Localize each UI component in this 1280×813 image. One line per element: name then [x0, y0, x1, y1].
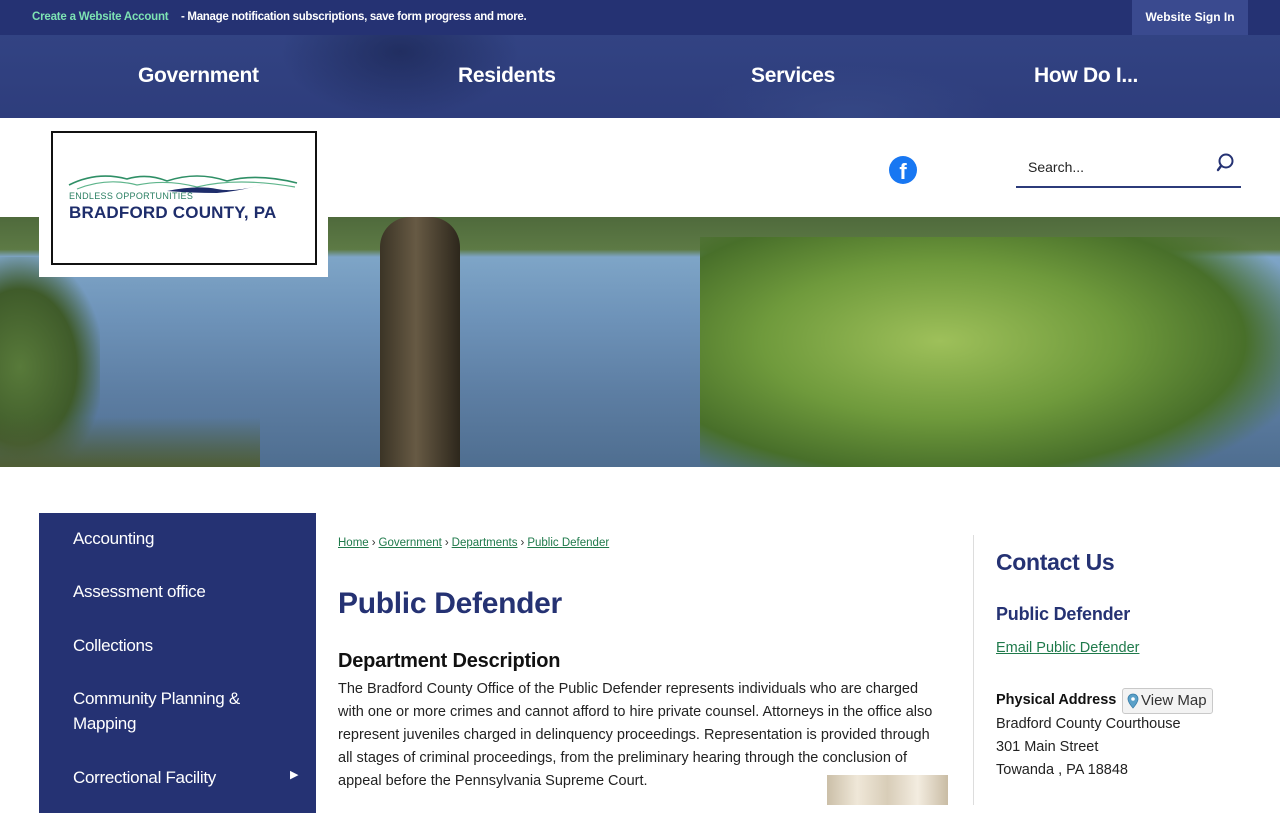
- utility-bar: Create a Website Account - Manage notifi…: [0, 0, 1280, 35]
- sidebar-item-community-planning[interactable]: Community Planning & Mapping: [73, 686, 273, 736]
- column-divider: [973, 535, 974, 805]
- search-input[interactable]: [1028, 156, 1208, 178]
- account-benefits-text: - Manage notification subscriptions, sav…: [181, 11, 527, 23]
- create-account-link[interactable]: Create a Website Account: [32, 11, 169, 23]
- logo-tagline: ENDLESS OPPORTUNITIES: [69, 191, 194, 201]
- sidebar-item-assessment-office[interactable]: Assessment office: [73, 579, 206, 604]
- view-map-button[interactable]: View Map: [1122, 688, 1213, 714]
- breadcrumb-separator: ›: [371, 537, 376, 549]
- facebook-icon[interactable]: f: [889, 156, 917, 184]
- nav-item-how-do-i[interactable]: How Do I...: [1034, 64, 1138, 88]
- map-pin-icon: [1127, 693, 1139, 709]
- hero-grass: [0, 417, 260, 467]
- nav-item-residents[interactable]: Residents: [458, 64, 556, 88]
- address-line-street: 301 Main Street: [996, 739, 1099, 755]
- section-heading: Department Description: [338, 650, 561, 672]
- contact-office-name: Public Defender: [996, 604, 1131, 624]
- view-map-label: View Map: [1141, 692, 1207, 709]
- sidebar-item-accounting[interactable]: Accounting: [73, 526, 154, 551]
- breadcrumb: Home › Government › Departments › Public Defen…: [338, 537, 609, 549]
- logo-frame: ENDLESS OPPORTUNITIES BRADFORD COUNTY, P…: [51, 131, 317, 265]
- breadcrumb-separator: ›: [444, 537, 449, 549]
- address-line-city: Towanda , PA 18848: [996, 762, 1128, 778]
- search-box: [1016, 148, 1241, 188]
- breadcrumb-departments[interactable]: Departments: [452, 537, 518, 549]
- sidebar-item-collections[interactable]: Collections: [73, 633, 153, 658]
- site-logo[interactable]: ENDLESS OPPORTUNITIES BRADFORD COUNTY, P…: [39, 118, 328, 277]
- hero-shrub-right: [700, 237, 1280, 467]
- page-title: Public Defender: [338, 587, 562, 620]
- breadcrumb-government[interactable]: Government: [379, 537, 442, 549]
- main-navigation: Government Residents Services How Do I..…: [0, 35, 1280, 118]
- breadcrumb-separator: ›: [520, 537, 525, 549]
- sign-in-button[interactable]: Website Sign In: [1132, 0, 1248, 35]
- expand-arrow-icon[interactable]: ▶: [290, 768, 298, 781]
- address-label: Physical Address: [996, 692, 1117, 708]
- department-sidebar: Accounting Assessment office Collections…: [39, 513, 316, 813]
- courthouse-photo: [827, 775, 948, 805]
- address-line-building: Bradford County Courthouse: [996, 716, 1181, 732]
- search-icon[interactable]: [1216, 152, 1238, 174]
- email-link[interactable]: Email Public Defender: [996, 640, 1139, 656]
- contact-heading: Contact Us: [996, 549, 1115, 575]
- sidebar-item-correctional-facility[interactable]: Correctional Facility: [73, 765, 216, 790]
- hero-tree-trunk: [380, 217, 460, 467]
- logo-county-name: BRADFORD COUNTY, PA: [69, 203, 277, 222]
- nav-item-government[interactable]: Government: [138, 64, 259, 88]
- breadcrumb-home[interactable]: Home: [338, 537, 369, 549]
- breadcrumb-public-defender[interactable]: Public Defender: [527, 537, 609, 549]
- nav-background-shade-2: [700, 65, 1000, 118]
- nav-item-services[interactable]: Services: [751, 64, 835, 88]
